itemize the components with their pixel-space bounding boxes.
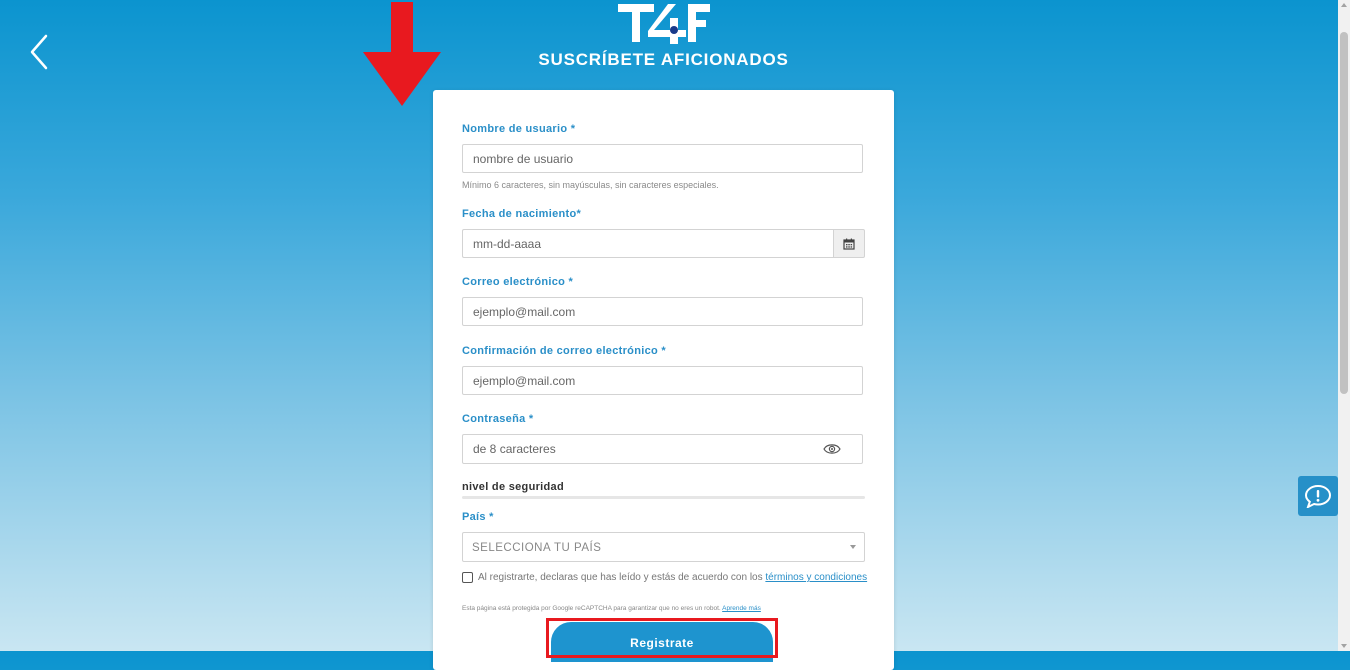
username-label: Nombre de usuario * (462, 123, 576, 135)
chevron-down-icon (850, 545, 856, 549)
highlight-box (546, 618, 778, 658)
page-title: SUSCRÍBETE AFICIONADOS (538, 50, 789, 69)
terms-text: Al registrarte, declaras que has leído y… (478, 572, 867, 583)
strength-bar (462, 496, 865, 499)
email-confirm-input[interactable] (462, 366, 863, 395)
terms-checkbox[interactable] (462, 572, 473, 583)
birthdate-input[interactable] (462, 229, 834, 258)
strength-label: nivel de seguridad (462, 481, 564, 493)
username-input[interactable] (462, 144, 863, 173)
scroll-down-arrow[interactable] (1341, 644, 1347, 648)
scroll-up-arrow[interactable] (1341, 3, 1347, 7)
recaptcha-statement: Esta página está protegida por Google re… (462, 605, 723, 612)
email-confirm-label: Confirmación de correo electrónico * (462, 345, 666, 357)
calendar-button[interactable] (833, 229, 865, 258)
country-select[interactable]: SELECCIONA TU PAÍS (462, 532, 865, 562)
down-arrow-icon (363, 2, 441, 106)
email-label: Correo electrónico * (462, 276, 574, 288)
password-label: Contraseña * (462, 413, 534, 425)
password-input[interactable] (462, 434, 863, 464)
username-hint: Mínimo 6 caracteres, sin mayúsculas, sin… (462, 180, 719, 190)
t4f-logo (614, 0, 714, 46)
email-input[interactable] (462, 297, 863, 326)
scroll-thumb[interactable] (1340, 32, 1348, 394)
feedback-icon (1304, 484, 1332, 508)
terms-link[interactable]: términos y condiciones (765, 572, 867, 583)
logo-mark-icon (618, 4, 710, 44)
page-scrollbar[interactable] (1338, 0, 1350, 651)
show-password-button[interactable] (823, 442, 841, 456)
birthdate-label: Fecha de nacimiento* (462, 208, 582, 220)
country-label: País * (462, 511, 494, 523)
calendar-icon (843, 238, 855, 250)
recaptcha-learn-more-link[interactable]: Aprende más (722, 605, 761, 612)
feedback-button[interactable] (1298, 476, 1338, 516)
recaptcha-notice: Esta página está protegida por Google re… (462, 605, 761, 612)
eye-icon (823, 444, 841, 454)
terms-statement: Al registrarte, declaras que has leído y… (478, 572, 766, 583)
country-select-value: SELECCIONA TU PAÍS (472, 542, 602, 554)
birthdate-field (462, 229, 865, 258)
signup-card: Nombre de usuario * Mínimo 6 caracteres,… (433, 90, 894, 670)
